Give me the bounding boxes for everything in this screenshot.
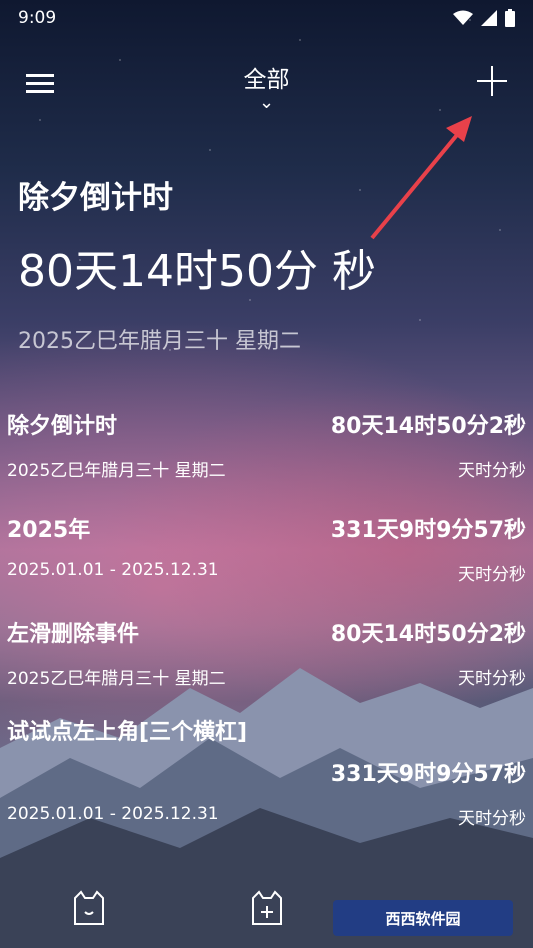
- bottom-tab-bar: 西西软件园: [0, 878, 533, 948]
- status-time: 9:09: [18, 8, 57, 28]
- filter-label: 全部: [243, 67, 290, 93]
- event-countdown: 331天9时9分57秒: [330, 762, 526, 787]
- hero-title: 除夕倒计时: [18, 180, 173, 216]
- signal-icon: [481, 10, 497, 26]
- list-item[interactable]: 2025年 331天9时9分57秒 2025.01.01 - 2025.12.3…: [0, 508, 533, 612]
- list-item[interactable]: 除夕倒计时 80天14时50分2秒 2025乙巳年腊月三十 星期二 天时分秒: [0, 404, 533, 508]
- add-button[interactable]: [477, 66, 507, 96]
- event-countdown: 80天14时50分2秒: [330, 414, 526, 439]
- event-name: 试试点左上角[三个横杠]: [7, 720, 248, 745]
- watermark-text: 西西软件园: [385, 909, 461, 928]
- event-date: 2025.01.01 - 2025.12.31: [7, 560, 219, 580]
- event-unit: 天时分秒: [458, 461, 526, 481]
- add-event-icon[interactable]: [250, 890, 284, 926]
- category-filter[interactable]: 全部 ⌄: [0, 60, 533, 113]
- event-countdown: 331天9时9分57秒: [330, 518, 526, 543]
- annotation-arrow: [370, 116, 472, 240]
- hero-event[interactable]: 除夕倒计时 80天14时50分 秒 2025乙巳年腊月三十 星期二: [18, 172, 376, 355]
- watermark-logo: 西西软件园: [333, 900, 513, 936]
- battery-icon: [505, 9, 515, 27]
- event-unit: 天时分秒: [458, 565, 526, 585]
- event-countdown: 80天14时50分2秒: [330, 622, 526, 647]
- event-unit: 天时分秒: [458, 669, 526, 689]
- hero-countdown: 80天14时50分 秒: [18, 246, 376, 297]
- event-date: 2025.01.01 - 2025.12.31: [7, 804, 219, 824]
- event-date: 2025乙巳年腊月三十 星期二: [7, 461, 226, 481]
- top-bar: 全部 ⌄: [0, 56, 533, 116]
- list-item[interactable]: 左滑删除事件 80天14时50分2秒 2025乙巳年腊月三十 星期二 天时分秒: [0, 612, 533, 716]
- event-date: 2025乙巳年腊月三十 星期二: [7, 669, 226, 689]
- wifi-icon: [453, 10, 473, 25]
- status-icons: [453, 9, 515, 27]
- event-name: 除夕倒计时: [7, 414, 118, 439]
- status-bar: 9:09: [0, 0, 533, 36]
- cat-face-icon[interactable]: [72, 890, 106, 926]
- chevron-down-icon: ⌄: [258, 92, 275, 113]
- event-name: 左滑删除事件: [7, 622, 140, 647]
- event-list: 除夕倒计时 80天14时50分2秒 2025乙巳年腊月三十 星期二 天时分秒 2…: [0, 404, 533, 836]
- hero-date: 2025乙巳年腊月三十 星期二: [18, 329, 301, 354]
- list-item[interactable]: 试试点左上角[三个横杠] 331天9时9分57秒 2025.01.01 - 20…: [0, 716, 533, 836]
- event-name: 2025年: [7, 518, 91, 543]
- event-unit: 天时分秒: [458, 809, 526, 829]
